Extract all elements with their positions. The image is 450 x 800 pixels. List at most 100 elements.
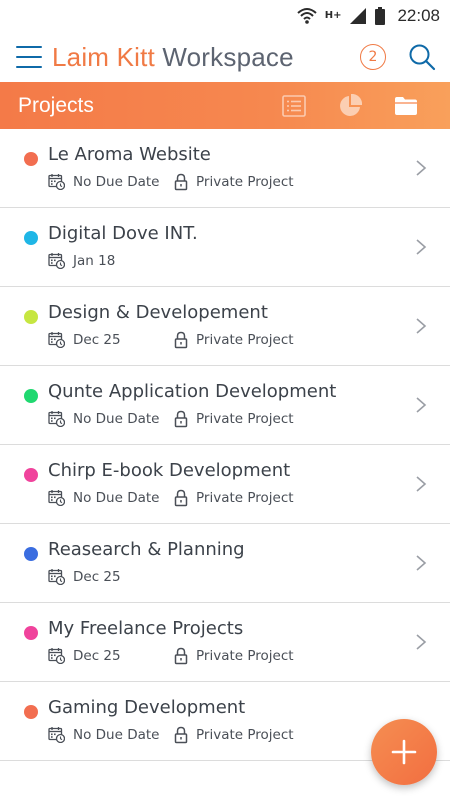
project-info: Digital Dove INT. Jan 18 bbox=[48, 223, 414, 269]
privacy: Private Project bbox=[174, 647, 294, 665]
project-color-dot bbox=[24, 468, 38, 482]
lock-icon bbox=[174, 173, 188, 190]
due-date: Dec 25 bbox=[48, 331, 174, 348]
due-date-label: No Due Date bbox=[73, 489, 160, 506]
project-row[interactable]: Digital Dove INT. Jan 18 bbox=[0, 208, 450, 287]
project-list: Le Aroma Website No Due Date Private Proje… bbox=[0, 129, 450, 761]
due-date: Dec 25 bbox=[48, 647, 174, 664]
calendar-clock-icon bbox=[48, 411, 65, 427]
project-info: Chirp E-book Development No Due Date Priva… bbox=[48, 459, 414, 507]
project-color-dot bbox=[24, 152, 38, 166]
due-date: No Due Date bbox=[48, 489, 174, 506]
project-name: My Freelance Projects bbox=[48, 617, 244, 639]
privacy: Private Project bbox=[174, 726, 294, 744]
project-meta: No Due Date Private Project bbox=[48, 173, 414, 191]
due-date-label: Dec 25 bbox=[73, 568, 121, 585]
project-name: Digital Dove INT. bbox=[48, 223, 198, 244]
project-info: Qunte Application Development No Due Date… bbox=[48, 380, 414, 428]
privacy-label: Private Project bbox=[196, 647, 294, 664]
project-name: Chirp E-book Development bbox=[48, 459, 291, 481]
project-meta: No Due Date Private Project bbox=[48, 410, 414, 428]
chevron-right-icon bbox=[416, 634, 427, 650]
calendar-clock-icon bbox=[48, 490, 65, 506]
project-row[interactable]: Reasearch & Planning Dec 25 bbox=[0, 524, 450, 603]
project-name: Le Aroma Website bbox=[48, 143, 211, 165]
project-name: Qunte Application Development bbox=[48, 380, 337, 402]
due-date: No Due Date bbox=[48, 173, 174, 190]
projects-header: Projects bbox=[0, 82, 450, 129]
battery-icon bbox=[375, 7, 386, 25]
section-title: Projects bbox=[18, 93, 94, 117]
due-date-label: No Due Date bbox=[73, 173, 160, 190]
privacy-label: Private Project bbox=[196, 331, 294, 348]
calendar-clock-icon bbox=[48, 727, 65, 743]
project-row[interactable]: Design & Developement Dec 25 Private Proje… bbox=[0, 287, 450, 366]
lock-icon bbox=[174, 331, 188, 348]
lock-icon bbox=[174, 726, 188, 743]
calendar-clock-icon bbox=[48, 648, 65, 664]
notification-badge[interactable]: 2 bbox=[360, 44, 386, 70]
privacy-label: Private Project bbox=[196, 489, 294, 506]
project-color-dot bbox=[24, 231, 38, 245]
project-row[interactable]: Qunte Application Development No Due Date… bbox=[0, 366, 450, 445]
due-date: Dec 25 bbox=[48, 568, 174, 585]
project-row[interactable]: Le Aroma Website No Due Date Private Proje… bbox=[0, 129, 450, 208]
due-date-label: No Due Date bbox=[73, 410, 160, 427]
privacy-label: Private Project bbox=[196, 726, 294, 743]
project-meta: Dec 25 Private Project bbox=[48, 331, 414, 349]
workspace-owner: Laim Kitt bbox=[52, 41, 163, 72]
privacy: Private Project bbox=[174, 331, 294, 349]
due-date-label: Dec 25 bbox=[73, 647, 121, 664]
hamburger-menu-icon[interactable] bbox=[16, 46, 42, 68]
workspace-label: Workspace bbox=[162, 41, 294, 72]
network-type-label: H+ bbox=[324, 10, 342, 21]
project-meta: Jan 18 bbox=[48, 252, 414, 269]
plus-icon bbox=[391, 739, 417, 765]
chart-view-icon[interactable] bbox=[322, 86, 378, 126]
project-info: Le Aroma Website No Due Date Private Proje… bbox=[48, 143, 414, 191]
privacy: Private Project bbox=[174, 173, 294, 191]
calendar-clock-icon bbox=[48, 174, 65, 190]
status-time: 22:08 bbox=[397, 6, 440, 25]
list-view-icon[interactable] bbox=[266, 86, 322, 126]
project-color-dot bbox=[24, 547, 38, 561]
status-bar: H+ 22:08 bbox=[0, 0, 450, 32]
wifi-icon bbox=[297, 8, 317, 24]
privacy-label: Private Project bbox=[196, 410, 294, 427]
due-date-label: Dec 25 bbox=[73, 331, 121, 348]
project-row[interactable]: Chirp E-book Development No Due Date Priva… bbox=[0, 445, 450, 524]
project-meta: No Due Date Private Project bbox=[48, 489, 414, 507]
project-meta: Dec 25 bbox=[48, 568, 414, 585]
lock-icon bbox=[174, 410, 188, 427]
folder-view-icon[interactable] bbox=[378, 86, 434, 126]
chevron-right-icon bbox=[416, 476, 427, 492]
project-meta: Dec 25 Private Project bbox=[48, 647, 414, 665]
project-name: Reasearch & Planning bbox=[48, 539, 245, 560]
chevron-right-icon bbox=[416, 160, 427, 176]
project-name: Design & Developement bbox=[48, 301, 268, 323]
privacy-label: Private Project bbox=[196, 173, 294, 190]
project-row[interactable]: My Freelance Projects Dec 25 Private Proje… bbox=[0, 603, 450, 682]
chevron-right-icon bbox=[416, 397, 427, 413]
add-project-button[interactable] bbox=[371, 719, 437, 785]
due-date: No Due Date bbox=[48, 410, 174, 427]
project-color-dot bbox=[24, 626, 38, 640]
project-color-dot bbox=[24, 705, 38, 719]
due-date-label: No Due Date bbox=[73, 726, 160, 743]
lock-icon bbox=[174, 647, 188, 664]
project-info: Gaming Development No Due Date Private Pro… bbox=[48, 697, 428, 744]
calendar-clock-icon bbox=[48, 332, 65, 348]
due-date-label: Jan 18 bbox=[73, 252, 116, 269]
workspace-title: Laim Kitt Workspace bbox=[52, 42, 360, 73]
project-color-dot bbox=[24, 310, 38, 324]
calendar-clock-icon bbox=[48, 569, 65, 585]
app-bar: Laim Kitt Workspace 2 bbox=[0, 32, 450, 82]
search-icon[interactable] bbox=[408, 43, 436, 71]
project-info: My Freelance Projects Dec 25 Private Proje… bbox=[48, 617, 414, 665]
project-info: Design & Developement Dec 25 Private Proje… bbox=[48, 301, 414, 349]
project-meta: No Due Date Private Project bbox=[48, 726, 428, 744]
project-color-dot bbox=[24, 389, 38, 403]
due-date: Jan 18 bbox=[48, 252, 174, 269]
signal-icon bbox=[350, 8, 367, 24]
due-date: No Due Date bbox=[48, 726, 174, 743]
